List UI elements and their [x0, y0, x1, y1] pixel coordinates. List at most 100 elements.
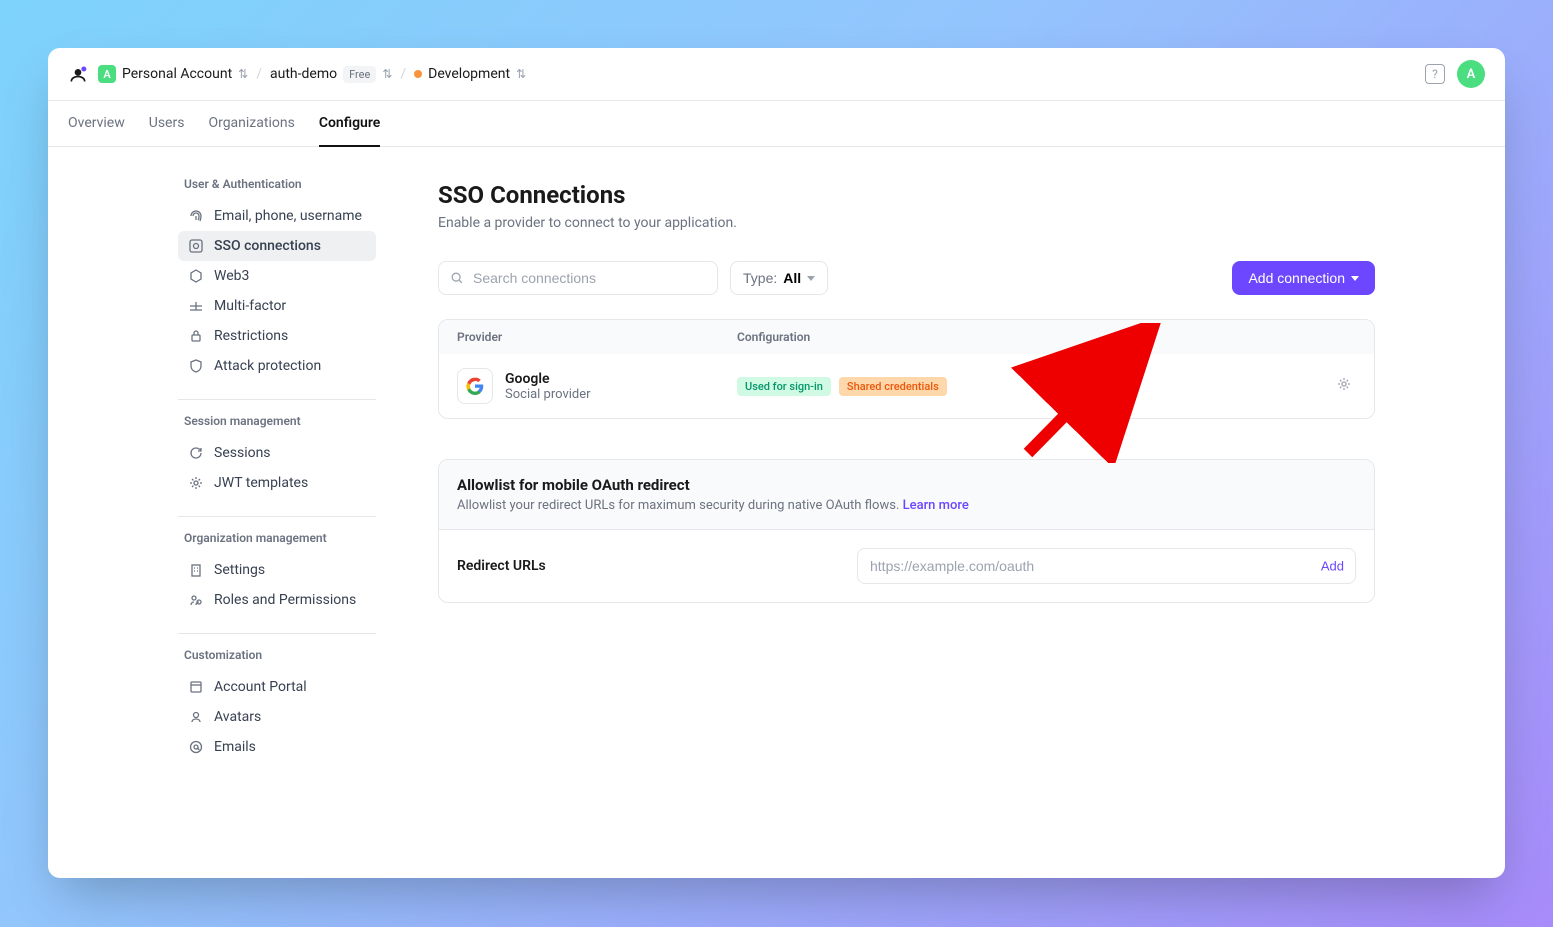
- account-badge-icon: A: [98, 65, 116, 83]
- search-input[interactable]: [438, 261, 718, 295]
- breadcrumb: A Personal Account ⇅ / auth-demo Free ⇅ …: [98, 65, 526, 83]
- chevron-down-icon: [807, 276, 815, 281]
- page-subtitle: Enable a provider to connect to your app…: [438, 215, 1375, 231]
- breadcrumb-separator: /: [400, 66, 406, 82]
- portal-icon: [188, 679, 204, 695]
- avatars-icon: [188, 709, 204, 725]
- chevron-updown-icon: ⇅: [238, 67, 248, 81]
- sidebar-divider: [178, 633, 376, 634]
- sidebar-item-emails[interactable]: Emails: [178, 732, 376, 762]
- gear-icon: [188, 475, 204, 491]
- sidebar-divider: [178, 399, 376, 400]
- tab-users[interactable]: Users: [149, 101, 185, 147]
- allowlist-card: Allowlist for mobile OAuth redirect Allo…: [438, 459, 1375, 603]
- sidebar-item-mfa[interactable]: Multi-factor: [178, 291, 376, 321]
- allowlist-subtitle: Allowlist your redirect URLs for maximum…: [457, 498, 1356, 513]
- clerk-logo-icon: [68, 64, 88, 84]
- sidebar-heading-customization: Customization: [178, 648, 376, 662]
- sidebar-item-roles[interactable]: Roles and Permissions: [178, 585, 376, 615]
- web3-icon: [188, 268, 204, 284]
- tab-organizations[interactable]: Organizations: [208, 101, 294, 147]
- redirect-url-input[interactable]: [857, 548, 1356, 584]
- sidebar-heading-user-auth: User & Authentication: [178, 177, 376, 191]
- at-icon: [188, 739, 204, 755]
- add-connection-button[interactable]: Add connection: [1232, 261, 1375, 295]
- badge-used-for-signin: Used for sign-in: [737, 377, 831, 396]
- table-row[interactable]: Google Social provider Used for sign-in …: [439, 354, 1374, 418]
- sidebar-item-sso[interactable]: SSO connections: [178, 231, 376, 261]
- type-filter-button[interactable]: Type: All: [730, 261, 828, 295]
- breadcrumb-environment-label: Development: [428, 66, 510, 82]
- allowlist-title: Allowlist for mobile OAuth redirect: [457, 476, 1356, 494]
- breadcrumb-environment[interactable]: Development ⇅: [414, 66, 526, 82]
- user-avatar[interactable]: A: [1457, 60, 1485, 88]
- chevron-updown-icon: ⇅: [382, 67, 392, 81]
- sidebar-item-label: JWT templates: [214, 475, 308, 491]
- table-header: Provider Configuration: [439, 320, 1374, 354]
- sidebar-item-jwt[interactable]: JWT templates: [178, 468, 376, 498]
- sidebar-heading-org: Organization management: [178, 531, 376, 545]
- type-filter-label: Type:: [743, 270, 777, 286]
- sidebar-item-label: Attack protection: [214, 358, 321, 374]
- sidebar-item-label: Account Portal: [214, 679, 307, 695]
- provider-subtitle: Social provider: [505, 387, 591, 402]
- sidebar-item-restrictions[interactable]: Restrictions: [178, 321, 376, 351]
- sidebar-item-email-phone[interactable]: Email, phone, username: [178, 201, 376, 231]
- sidebar-item-account-portal[interactable]: Account Portal: [178, 672, 376, 702]
- breadcrumb-project-label: auth-demo: [270, 66, 337, 82]
- sidebar-item-avatars[interactable]: Avatars: [178, 702, 376, 732]
- badge-shared-credentials: Shared credentials: [839, 377, 947, 396]
- content: SSO Connections Enable a provider to con…: [398, 147, 1505, 877]
- provider-name: Google: [505, 371, 591, 387]
- sidebar-item-web3[interactable]: Web3: [178, 261, 376, 291]
- main-tabs: Overview Users Organizations Configure: [48, 101, 1505, 147]
- help-icon[interactable]: ?: [1425, 64, 1445, 84]
- sidebar-item-label: Restrictions: [214, 328, 288, 344]
- sidebar-item-attack-protection[interactable]: Attack protection: [178, 351, 376, 381]
- sidebar-heading-session: Session management: [178, 414, 376, 428]
- sidebar-item-sessions[interactable]: Sessions: [178, 438, 376, 468]
- sidebar-item-label: Avatars: [214, 709, 261, 725]
- chevron-down-icon: [1351, 276, 1359, 281]
- shield-icon: [188, 358, 204, 374]
- mfa-icon: [188, 298, 204, 314]
- search-box: [438, 261, 718, 295]
- col-header-provider: Provider: [457, 330, 737, 344]
- refresh-icon: [188, 445, 204, 461]
- app-window: A Personal Account ⇅ / auth-demo Free ⇅ …: [48, 48, 1505, 878]
- redirect-urls-label: Redirect URLs: [457, 558, 857, 574]
- fingerprint-icon: [188, 208, 204, 224]
- sidebar-item-label: Email, phone, username: [214, 208, 362, 224]
- environment-dot-icon: [414, 70, 422, 78]
- topbar: A Personal Account ⇅ / auth-demo Free ⇅ …: [48, 48, 1505, 101]
- breadcrumb-account-label: Personal Account: [122, 66, 232, 82]
- breadcrumb-project[interactable]: auth-demo Free ⇅: [270, 66, 392, 83]
- row-settings-button[interactable]: [1332, 372, 1356, 400]
- body: User & Authentication Email, phone, user…: [48, 147, 1505, 877]
- search-icon: [450, 271, 464, 285]
- connections-table: Provider Configuration: [438, 319, 1375, 419]
- roles-icon: [188, 592, 204, 608]
- breadcrumb-separator: /: [256, 66, 262, 82]
- google-logo-icon: [457, 368, 493, 404]
- redirect-add-button[interactable]: Add: [1321, 559, 1344, 574]
- add-connection-label: Add connection: [1248, 270, 1345, 286]
- allowlist-header: Allowlist for mobile OAuth redirect Allo…: [439, 460, 1374, 530]
- sidebar-item-label: Emails: [214, 739, 256, 755]
- tab-overview[interactable]: Overview: [68, 101, 125, 147]
- toolbar: Type: All Add connection: [438, 261, 1375, 295]
- sidebar-item-label: Sessions: [214, 445, 271, 461]
- sidebar-item-label: Settings: [214, 562, 265, 578]
- lock-icon: [188, 328, 204, 344]
- chevron-updown-icon: ⇅: [516, 67, 526, 81]
- config-cell: Used for sign-in Shared credentials: [737, 377, 1332, 396]
- sidebar-item-settings[interactable]: Settings: [178, 555, 376, 585]
- sidebar-item-label: Multi-factor: [214, 298, 286, 314]
- col-header-config: Configuration: [737, 330, 1356, 344]
- page-title: SSO Connections: [438, 181, 1375, 209]
- sidebar: User & Authentication Email, phone, user…: [48, 147, 398, 877]
- sidebar-divider: [178, 516, 376, 517]
- breadcrumb-account[interactable]: A Personal Account ⇅: [98, 65, 248, 83]
- learn-more-link[interactable]: Learn more: [903, 498, 969, 513]
- tab-configure[interactable]: Configure: [319, 101, 380, 147]
